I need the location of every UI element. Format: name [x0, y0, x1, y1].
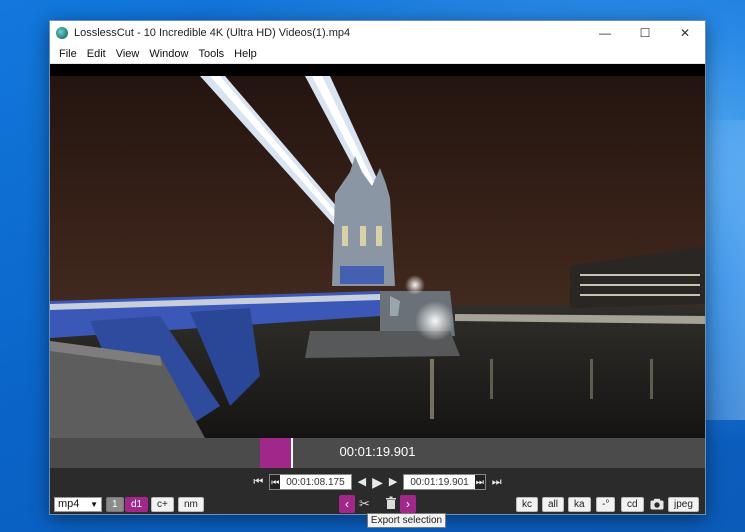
menu-help[interactable]: Help — [229, 48, 262, 60]
menu-file[interactable]: File — [54, 48, 82, 60]
output-format-select[interactable]: mp4 ▼ — [54, 497, 102, 512]
jump-to-end-icon[interactable]: ⏭ — [492, 474, 502, 490]
timeline[interactable]: 00:01:19.901 — [50, 438, 705, 468]
cut-start-time[interactable]: 00:01:08.175 — [280, 477, 350, 488]
controls-panel: ⏮ ⏮ 00:01:08.175 ◀ ▶ ▶ 00:01:19.901 ⏭ ⏭ … — [50, 468, 705, 514]
snapshot-format-button[interactable]: jpeg — [668, 497, 699, 512]
cut-end-time[interactable]: 00:01:19.901 — [404, 477, 474, 488]
bottom-toolbar: mp4 ▼ 1 d1 c+ nm ‹ ✂ › kc all ka -° cd j… — [50, 495, 705, 514]
chevron-left-icon: ‹ — [345, 497, 349, 511]
output-format-value: mp4 — [58, 498, 80, 510]
nm-button[interactable]: nm — [178, 497, 204, 512]
seek-forward-icon[interactable]: ▶ — [389, 474, 397, 490]
set-cut-start-icon[interactable]: ⏮ — [270, 475, 281, 489]
menu-window[interactable]: Window — [144, 48, 193, 60]
video-frame — [50, 76, 705, 438]
menu-view[interactable]: View — [111, 48, 145, 60]
menu-tools[interactable]: Tools — [193, 48, 229, 60]
app-window: LosslessCut - 10 Incredible 4K (Ultra HD… — [49, 20, 706, 515]
kc-button[interactable]: kc — [516, 497, 538, 512]
trash-icon[interactable] — [385, 496, 397, 510]
cd-button[interactable]: cd — [621, 497, 644, 512]
app-logo-icon — [56, 27, 68, 39]
d1-button[interactable]: d1 — [125, 497, 149, 512]
maximize-button[interactable]: ☐ — [625, 21, 665, 45]
rotation-button[interactable]: -° — [596, 497, 616, 512]
export-selection-tooltip: Export selection — [367, 513, 446, 528]
play-icon[interactable]: ▶ — [372, 474, 383, 490]
window-controls: — ☐ ✕ — [585, 21, 705, 45]
camera-icon[interactable] — [650, 498, 664, 510]
current-time-display: 00:01:19.901 — [339, 444, 416, 459]
previous-segment-button[interactable]: ‹ — [339, 495, 355, 513]
video-top-strip — [50, 64, 705, 76]
cut-start-box[interactable]: ⏮ 00:01:08.175 — [269, 474, 352, 490]
all-button[interactable]: all — [542, 497, 565, 512]
menu-bar: File Edit View Window Tools Help — [50, 45, 705, 64]
seek-backward-icon[interactable]: ◀ — [358, 474, 366, 490]
jump-to-start-icon[interactable]: ⏮ — [253, 474, 263, 490]
ka-button[interactable]: ka — [568, 497, 591, 512]
segment-count-badge: 1 — [106, 497, 124, 512]
add-segment-button[interactable]: c+ — [151, 497, 174, 512]
menu-edit[interactable]: Edit — [82, 48, 111, 60]
transport-row: ⏮ ⏮ 00:01:08.175 ◀ ▶ ▶ 00:01:19.901 ⏭ ⏭ — [50, 473, 705, 491]
video-player[interactable] — [50, 76, 705, 438]
cut-end-box[interactable]: 00:01:19.901 ⏭ — [403, 474, 486, 490]
window-title: LosslessCut - 10 Incredible 4K (Ultra HD… — [74, 27, 351, 39]
close-button[interactable]: ✕ — [665, 21, 705, 45]
minimize-button[interactable]: — — [585, 21, 625, 45]
chevron-right-icon: › — [406, 497, 410, 511]
chevron-down-icon: ▼ — [90, 500, 98, 509]
scissors-export-icon[interactable]: ✂ — [359, 496, 370, 512]
set-cut-end-icon[interactable]: ⏭ — [474, 475, 485, 489]
title-bar[interactable]: LosslessCut - 10 Incredible 4K (Ultra HD… — [50, 21, 705, 45]
next-segment-button[interactable]: › — [400, 495, 416, 513]
